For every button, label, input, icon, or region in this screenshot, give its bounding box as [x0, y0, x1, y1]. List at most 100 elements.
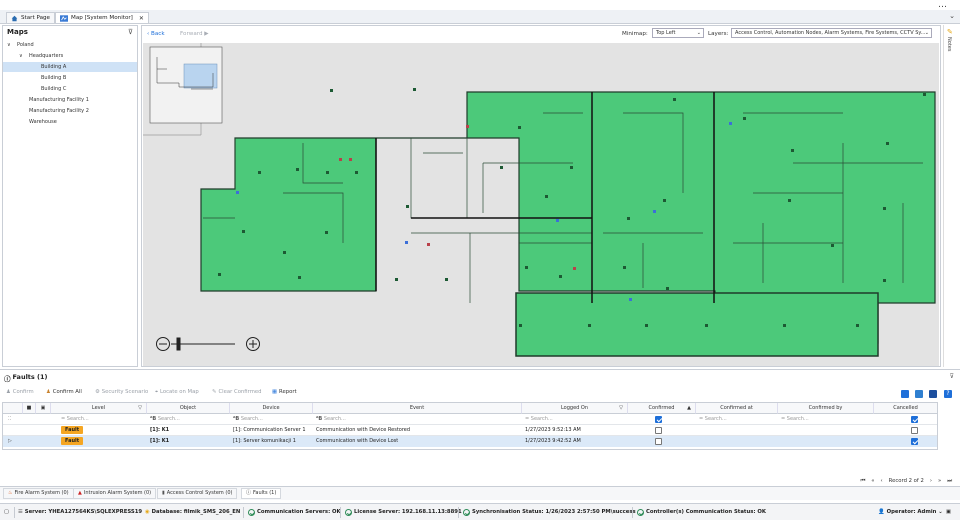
- column-header-device[interactable]: Device: [230, 403, 313, 414]
- next-page-button[interactable]: »: [938, 478, 941, 485]
- locate-on-map-button[interactable]: ⌖ Locate on Map: [155, 388, 199, 397]
- panel-toggle-icon[interactable]: ▢: [4, 508, 9, 517]
- table-row[interactable]: ▷ Fault [1]: K1 [1]: Server komunikacji …: [3, 436, 937, 447]
- save-icon[interactable]: [929, 390, 937, 398]
- tree-item-headquarters[interactable]: ∨ Headquarters: [3, 51, 137, 61]
- search-placeholder: Search...: [786, 416, 809, 422]
- column-header-level[interactable]: Level ▽: [51, 403, 147, 414]
- cancelled-checkbox[interactable]: [911, 427, 918, 434]
- logged-on-search[interactable]: = Search...: [522, 414, 622, 425]
- preview-column-header[interactable]: ▣: [36, 403, 51, 414]
- tab-intrusion-alarm-system[interactable]: ▲ Intrusion Alarm System (0): [73, 488, 157, 499]
- grid-layout-icon[interactable]: [901, 390, 909, 398]
- operator-menu[interactable]: 👤 Operator: Admin ⌄: [878, 508, 943, 517]
- confirmed-checkbox[interactable]: [655, 427, 662, 434]
- column-header-confirmed-by[interactable]: Confirmed by: [778, 403, 874, 414]
- tree-item-manufacturing-facility-2[interactable]: Manufacturing Facility 2: [3, 106, 137, 116]
- next-record-button[interactable]: ›: [930, 478, 932, 485]
- pin-icon[interactable]: ⊽: [128, 28, 133, 36]
- notes-sidebar[interactable]: ✎ Notes: [943, 25, 959, 367]
- table-row[interactable]: Fault [1]: K1 [1]: Communication Server …: [3, 425, 937, 436]
- close-icon[interactable]: ✕: [139, 13, 144, 24]
- tab-label: Faults (1): [253, 490, 277, 496]
- clear-icon: ✎: [212, 389, 217, 395]
- forward-button[interactable]: Forward ▶: [180, 29, 209, 39]
- confirm-icon: ♟: [6, 389, 11, 395]
- tab-label: Map [System Monitor]: [71, 14, 133, 21]
- object-search[interactable]: ᴬB Search...: [147, 414, 227, 425]
- tab-faults[interactable]: ⓘ Faults (1): [241, 488, 282, 499]
- device-search[interactable]: ᴬB Search...: [230, 414, 310, 425]
- tab-fire-alarm-system[interactable]: ♨ Fire Alarm System (0): [3, 488, 74, 499]
- confirm-all-button[interactable]: ♟ Confirm All: [46, 388, 82, 397]
- map-canvas[interactable]: [143, 43, 939, 366]
- minimap-select[interactable]: Top Left ⌄: [652, 28, 704, 38]
- security-scenario-button[interactable]: ⚙ Security Scenario: [95, 388, 148, 397]
- export-icon[interactable]: [915, 390, 923, 398]
- floor-plan[interactable]: [143, 43, 939, 366]
- tab-access-control-system[interactable]: ▮ Access Control System (0): [157, 488, 238, 499]
- tab-map-system-monitor[interactable]: Map [System Monitor] ✕: [55, 12, 149, 23]
- filter-icon[interactable]: ▽: [138, 403, 142, 414]
- status-bar: ▢ ☰ Server: YHEA127564KS\SQLEXPRESS19 ◉ Da…: [0, 503, 960, 520]
- tree-item-manufacturing-facility-1[interactable]: Manufacturing Facility 1: [3, 95, 137, 105]
- confirmed-checkbox[interactable]: [655, 438, 662, 445]
- cancelled-filter-checkbox[interactable]: [911, 416, 918, 423]
- prev-page-button[interactable]: «: [871, 478, 874, 485]
- layers-select[interactable]: Access Control, Automation Nodes, Alarm …: [731, 28, 932, 38]
- column-header-object[interactable]: Object: [147, 403, 230, 414]
- level-search[interactable]: = Search...: [58, 414, 144, 425]
- clear-confirmed-button[interactable]: ✎ Clear Confirmed: [212, 388, 262, 397]
- chevron-down-icon[interactable]: ⌄: [949, 12, 955, 20]
- tree-label: Building A: [41, 64, 67, 70]
- confirmed-filter-checkbox[interactable]: [655, 416, 662, 423]
- tree-item-building-c[interactable]: Building C: [3, 84, 137, 94]
- column-header-confirmed[interactable]: Confirmed ▲: [628, 403, 696, 414]
- pin-icon[interactable]: ⊽: [950, 373, 954, 380]
- column-label: Cancelled: [893, 405, 918, 411]
- tree-item-building-a[interactable]: Building A: [3, 62, 137, 72]
- logged-on-cell: 1/27/2023 9:42:52 AM: [525, 438, 581, 444]
- search-placeholder: Search...: [530, 416, 553, 422]
- back-button[interactable]: ‹ Back: [147, 29, 165, 39]
- expand-icon[interactable]: ∨: [19, 51, 23, 61]
- prev-record-button[interactable]: ‹: [881, 478, 883, 485]
- confirm-button[interactable]: ♟ Confirm: [6, 388, 34, 397]
- home-icon: [11, 15, 18, 21]
- tree-item-warehouse[interactable]: Warehouse: [3, 117, 137, 127]
- tab-start-page[interactable]: Start Page: [6, 12, 55, 23]
- check-circle-icon: [463, 509, 470, 516]
- tab-label: Intrusion Alarm System (0): [83, 490, 152, 496]
- column-header-logged-on[interactable]: Logged On ▽: [522, 403, 628, 414]
- tree-item-poland[interactable]: ∨ Poland: [3, 40, 137, 50]
- filter-icon[interactable]: ▽: [619, 403, 623, 414]
- faults-grid: ■ ▣ Level ▽ Object Device Event Logged On…: [2, 402, 938, 450]
- column-header-confirmed-at[interactable]: Confirmed at: [696, 403, 778, 414]
- confirm-label: Confirm: [12, 389, 34, 395]
- sort-ascending-icon: ▲: [687, 405, 691, 411]
- panel-title: Maps: [7, 28, 28, 36]
- column-header-event[interactable]: Event: [313, 403, 522, 414]
- chevron-down-icon: ⌄: [696, 30, 701, 36]
- event-search[interactable]: ᴬB Search...: [313, 414, 513, 425]
- forward-label: Forward: [180, 31, 203, 37]
- expand-icon[interactable]: ∨: [7, 40, 11, 50]
- check-circle-icon: [248, 509, 255, 516]
- more-icon[interactable]: …: [938, 0, 948, 10]
- report-button[interactable]: ▦ Report: [272, 388, 297, 397]
- tree-label: Poland: [17, 42, 34, 48]
- layout-icon[interactable]: ▣: [946, 508, 951, 517]
- filter-row: ⁚⁚ = Search... ᴬB Search... ᴬB Search...…: [3, 414, 937, 425]
- column-header-cancelled[interactable]: Cancelled: [874, 403, 937, 414]
- confirmed-by-search[interactable]: = Search...: [778, 414, 870, 425]
- first-page-button[interactable]: ⏮: [860, 478, 865, 485]
- column-label: Object: [179, 405, 197, 411]
- sync-text: Synchronisation Status: 1/26/2023 2:57:5…: [472, 509, 636, 515]
- last-page-button[interactable]: ⏭: [947, 478, 952, 485]
- help-icon[interactable]: ?: [944, 390, 952, 398]
- cancelled-checkbox[interactable]: [911, 438, 918, 445]
- tree-item-building-b[interactable]: Building B: [3, 73, 137, 83]
- search-placeholder: Search...: [323, 416, 346, 422]
- camera-column-header[interactable]: ■: [23, 403, 36, 414]
- confirmed-at-search[interactable]: = Search...: [696, 414, 774, 425]
